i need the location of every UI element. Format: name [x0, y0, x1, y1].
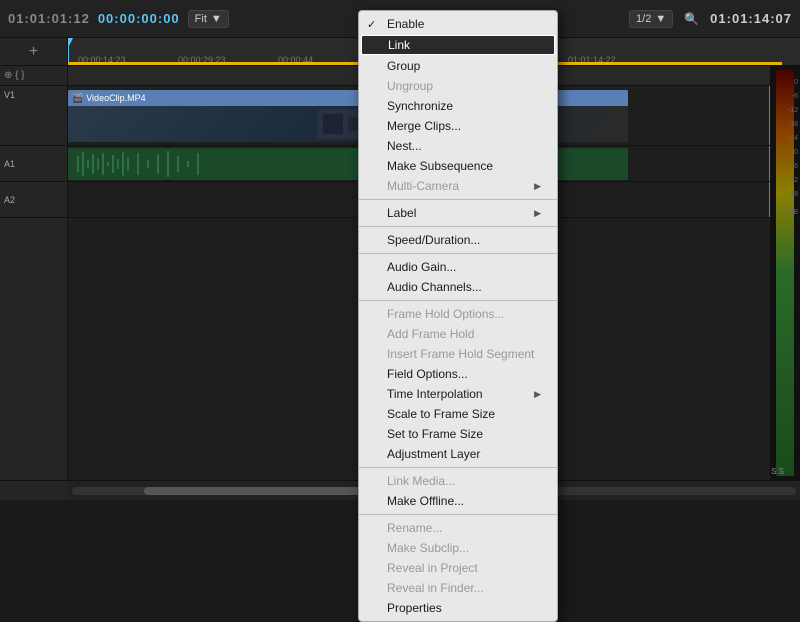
menu-item-link-media: Link Media...	[359, 471, 557, 491]
menu-label-group: Group	[387, 59, 420, 73]
submenu-arrow-time-interpolation: ▶	[534, 389, 541, 400]
menu-item-rename: Rename...	[359, 518, 557, 538]
audio-track-label-1: A1	[4, 159, 15, 169]
ruler-left-spacer: +	[0, 38, 68, 65]
menu-label-synchronize: Synchronize	[387, 99, 453, 113]
timecode-right: 01:01:14:07	[710, 11, 792, 26]
menu-label-field-options: Field Options...	[387, 367, 468, 381]
track-headers: ⊕ { } V1 A1 A2	[0, 66, 68, 480]
audio-track-header-1: A1	[0, 146, 67, 182]
add-track-button[interactable]: +	[29, 43, 38, 61]
menu-label-nest: Nest...	[387, 139, 422, 153]
submenu-arrow-label: ▶	[534, 208, 541, 219]
menu-label-reveal-finder: Reveal in Finder...	[387, 581, 484, 595]
scroll-left-spacer	[0, 481, 68, 500]
audio-track-header-2: A2	[0, 182, 67, 218]
menu-label-scale-to-frame: Scale to Frame Size	[387, 407, 495, 421]
playhead-line	[68, 38, 69, 65]
menu-separator-28	[359, 514, 557, 515]
menu-item-synchronize[interactable]: Synchronize	[359, 96, 557, 116]
menu-separator-9	[359, 199, 557, 200]
menu-label-set-to-frame: Set to Frame Size	[387, 427, 483, 441]
fit-dropdown[interactable]: Fit ▼	[188, 10, 229, 28]
menu-separator-16	[359, 300, 557, 301]
menu-item-scale-to-frame[interactable]: Scale to Frame Size	[359, 404, 557, 424]
menu-item-link[interactable]: Link	[361, 35, 555, 55]
menu-item-time-interpolation[interactable]: Time Interpolation ▶	[359, 384, 557, 404]
menu-label-speed-duration: Speed/Duration...	[387, 233, 480, 247]
fraction-select[interactable]: 1/2 ▼	[629, 10, 673, 28]
menu-label-merge-clips: Merge Clips...	[387, 119, 461, 133]
menu-item-make-subsequence[interactable]: Make Subsequence	[359, 156, 557, 176]
menu-separator-13	[359, 253, 557, 254]
menu-label-time-interpolation: Time Interpolation	[387, 387, 483, 401]
timecode-center[interactable]: 00:00:00:00	[98, 11, 180, 26]
video-clip-name: VideoClip.MP4	[86, 93, 145, 103]
menu-item-make-offline[interactable]: Make Offline...	[359, 491, 557, 511]
menu-label-enable: Enable	[387, 17, 424, 31]
checkmark-enable: ✓	[367, 18, 376, 31]
vu-meter: 0 -6 -12 -18 -24 -30 -36 -42 -48 dB S S	[770, 66, 800, 480]
menu-label-audio-channels: Audio Channels...	[387, 280, 482, 294]
menu-separator-25	[359, 467, 557, 468]
menu-item-field-options[interactable]: Field Options...	[359, 364, 557, 384]
menu-item-reveal-finder: Reveal in Finder...	[359, 578, 557, 598]
audio-track-label-2: A2	[4, 195, 15, 205]
fit-label: Fit	[195, 13, 207, 25]
menu-item-insert-frame-hold: Insert Frame Hold Segment	[359, 344, 557, 364]
video-track-header: V1	[0, 86, 67, 146]
context-menu: ✓ Enable Link Group Ungroup Synchronize Merge …	[358, 10, 558, 622]
menu-item-add-frame-hold: Add Frame Hold	[359, 324, 557, 344]
track-icons: ⊕ { }	[4, 70, 25, 81]
menu-label-link: Link	[388, 38, 410, 52]
menu-label-insert-frame-hold: Insert Frame Hold Segment	[387, 347, 534, 361]
menu-item-set-to-frame[interactable]: Set to Frame Size	[359, 424, 557, 444]
scroll-thumb[interactable]	[144, 487, 361, 495]
menu-label-make-offline: Make Offline...	[387, 494, 464, 508]
menu-item-ungroup: Ungroup	[359, 76, 557, 96]
menu-item-enable[interactable]: ✓ Enable	[359, 14, 557, 34]
menu-label-add-frame-hold: Add Frame Hold	[387, 327, 474, 341]
vu-s-label: S S	[771, 467, 784, 476]
menu-item-make-subclip: Make Subclip...	[359, 538, 557, 558]
menu-label-rename: Rename...	[387, 521, 442, 535]
menu-label-properties: Properties	[387, 601, 442, 615]
menu-item-adjustment-layer[interactable]: Adjustment Layer	[359, 444, 557, 464]
menu-label-reveal-project: Reveal in Project	[387, 561, 478, 575]
menu-separator-11	[359, 226, 557, 227]
zoom-out-icon[interactable]: 🔍	[681, 10, 702, 28]
menu-label-adjustment-layer: Adjustment Layer	[387, 447, 480, 461]
menu-item-group[interactable]: Group	[359, 56, 557, 76]
submenu-arrow-multi-camera: ▶	[534, 181, 541, 192]
chevron-down-icon: ▼	[211, 13, 222, 25]
menu-label-audio-gain: Audio Gain...	[387, 260, 456, 274]
film-icon: 🎬	[72, 93, 83, 104]
menu-item-multi-camera: Multi-Camera ▶	[359, 176, 557, 196]
menu-label-frame-hold-options: Frame Hold Options...	[387, 307, 504, 321]
menu-label-ungroup: Ungroup	[387, 79, 433, 93]
vu-labels: 0 -6 -12 -18 -24 -30 -36 -42 -48 dB	[788, 76, 798, 220]
menu-item-merge-clips[interactable]: Merge Clips...	[359, 116, 557, 136]
playhead-head	[68, 38, 73, 46]
menu-item-nest[interactable]: Nest...	[359, 136, 557, 156]
menu-item-speed-duration[interactable]: Speed/Duration...	[359, 230, 557, 250]
menu-item-audio-channels[interactable]: Audio Channels...	[359, 277, 557, 297]
chevron-down-icon-2: ▼	[655, 13, 666, 25]
video-track-label: V1	[4, 90, 15, 100]
track-header-icons: ⊕ { }	[0, 66, 67, 86]
menu-item-frame-hold-options: Frame Hold Options...	[359, 304, 557, 324]
menu-item-properties[interactable]: Properties	[359, 598, 557, 618]
menu-item-audio-gain[interactable]: Audio Gain...	[359, 257, 557, 277]
menu-item-reveal-project: Reveal in Project	[359, 558, 557, 578]
menu-label-link-media: Link Media...	[387, 474, 455, 488]
menu-label-make-subclip: Make Subclip...	[387, 541, 469, 555]
menu-label-multi-camera: Multi-Camera	[387, 179, 459, 193]
menu-item-label[interactable]: Label ▶	[359, 203, 557, 223]
menu-label-make-subsequence: Make Subsequence	[387, 159, 493, 173]
menu-label-label: Label	[387, 206, 416, 220]
timecode-left: 01:01:01:12	[8, 11, 90, 26]
fraction-label: 1/2	[636, 13, 651, 25]
